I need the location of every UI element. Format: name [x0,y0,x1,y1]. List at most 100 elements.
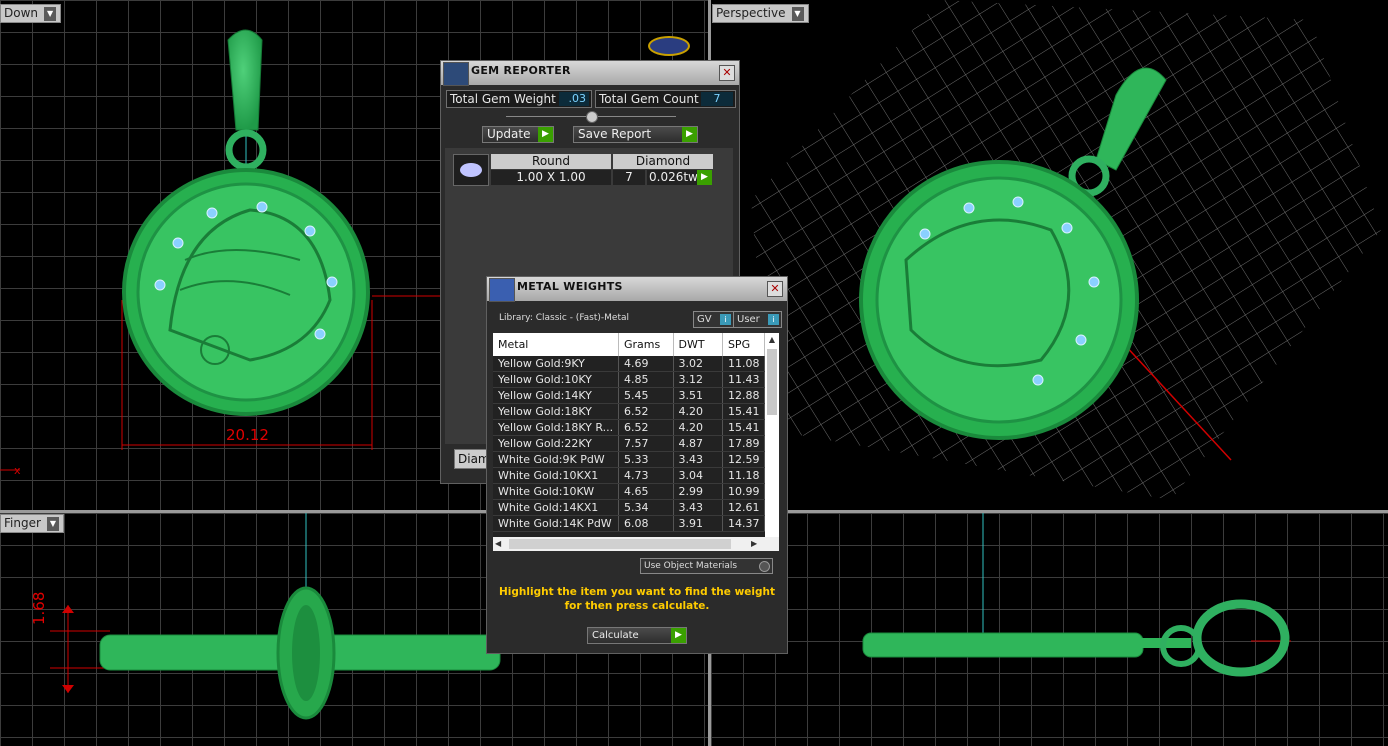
gv-toggle[interactable]: GV i [693,311,734,328]
table-cell: 6.08 [618,515,674,532]
chevron-down-icon[interactable]: ▼ [46,516,59,531]
update-button[interactable]: Update ▶ [482,126,554,143]
total-gem-weight-value: .03 [559,92,589,106]
table-cell: 12.59 [722,451,766,468]
table-cell: 4.69 [618,356,674,372]
table-row[interactable]: White Gold:9K PdW 5.33 3.43 12.59 [493,451,766,468]
table-cell: 4.85 [618,371,674,388]
column-header[interactable]: Metal [493,333,619,356]
total-gem-count-value: 7 [701,92,733,106]
gem-row-arrow-button[interactable]: ▶ [697,170,712,185]
table-row[interactable]: Yellow Gold:9KY 4.69 3.02 11.08 [493,356,766,372]
table-cell: 5.33 [618,451,674,468]
gem-reporter-icon [443,62,469,86]
gem-row[interactable]: Round Diamond 1.00 X 1.00 7 0.026tw ▶ [449,152,713,186]
panel-slider[interactable] [506,111,676,123]
table-cell: 5.45 [618,387,674,404]
table-row[interactable]: White Gold:10KW 4.65 2.99 10.99 [493,483,766,500]
calculate-button-label: Calculate [592,630,639,641]
use-object-materials-label: Use Object Materials [644,561,738,571]
gem-logo-icon[interactable] [648,36,690,56]
instruction-line-1: Highlight the item you want to find the … [499,586,775,598]
table-cell: White Gold:9K PdW [493,451,619,468]
table-row[interactable]: Yellow Gold:18KY 6.52 4.20 15.41 [493,403,766,420]
column-header[interactable]: Grams [618,333,674,356]
viewport-label-finger[interactable]: Finger ▼ [0,514,64,533]
table-cell: Yellow Gold:9KY [493,356,619,372]
gem-reporter-titlebar[interactable]: GEM REPORTER ✕ [441,61,739,86]
use-object-materials-button[interactable]: Use Object Materials [640,558,773,574]
perspective-grid [751,0,1381,500]
table-cell: 4.20 [673,419,723,436]
table-cell: 5.34 [618,499,674,516]
slider-handle[interactable] [586,111,598,123]
gem-count-cell: 7 [613,170,645,185]
table-cell: White Gold:10KX1 [493,467,619,484]
dimension-height-label: 1.68 [30,591,48,625]
total-gem-weight-field: Total Gem Weight .03 [446,90,592,108]
table-cell: 3.43 [673,499,723,516]
scroll-left-icon[interactable]: ◀ [495,537,501,551]
table-cell: 3.51 [673,387,723,404]
table-row[interactable]: White Gold:14K PdW 6.08 3.91 14.37 [493,515,766,532]
total-gem-count-field: Total Gem Count 7 [595,90,736,108]
table-row[interactable]: White Gold:14KX1 5.34 3.43 12.61 [493,499,766,516]
calculate-button[interactable]: Calculate ▶ [587,627,687,644]
scroll-up-icon[interactable]: ▲ [765,333,779,347]
table-cell: Yellow Gold:14KY [493,387,619,404]
table-cell: 15.41 [722,419,766,436]
viewport-right[interactable] [711,513,1388,746]
scroll-thumb[interactable] [767,349,777,415]
table-row[interactable]: White Gold:10KX1 4.73 3.04 11.18 [493,467,766,484]
table-cell: 15.41 [722,403,766,420]
info-icon: i [768,314,779,325]
table-cell: Yellow Gold:18KY R... [493,419,619,436]
chevron-down-icon[interactable]: ▼ [791,6,804,21]
table-cell: 10.99 [722,483,766,500]
horizontal-scrollbar[interactable]: ◀ ▶ [493,537,779,551]
table-cell: 11.08 [722,356,766,372]
vertical-scrollbar[interactable]: ▲ [765,333,779,537]
instruction-line-2: for then press calculate. [564,600,710,612]
table-cell: White Gold:14KX1 [493,499,619,516]
table-cell: Yellow Gold:22KY [493,435,619,452]
table-cell: 4.20 [673,403,723,420]
scroll-hthumb[interactable] [509,539,731,549]
table-row[interactable]: Yellow Gold:18KY R... 6.52 4.20 15.41 [493,419,766,436]
table-cell: 3.91 [673,515,723,532]
table-cell: 4.73 [618,467,674,484]
gem-weight-cell: 0.026tw [647,170,697,185]
scale-icon [489,278,515,302]
column-header[interactable]: SPG [722,333,766,356]
column-header[interactable]: DWT [673,333,723,356]
table-cell: 6.52 [618,403,674,420]
scroll-right-icon[interactable]: ▶ [751,537,757,551]
table-row[interactable]: Yellow Gold:22KY 7.57 4.87 17.89 [493,435,766,452]
info-icon: i [720,314,731,325]
total-gem-count-label: Total Gem Count [599,92,699,106]
chevron-down-icon[interactable]: ▼ [44,6,57,21]
metal-weights-titlebar[interactable]: METAL WEIGHTS ✕ [487,277,787,302]
play-arrow-icon: ▶ [538,127,553,142]
table-row[interactable]: Yellow Gold:10KY 4.85 3.12 11.43 [493,371,766,388]
viewport-label-perspective[interactable]: Perspective ▼ [712,4,809,23]
user-toggle[interactable]: User i [733,311,782,328]
table-cell: 4.87 [673,435,723,452]
gem-size-cell: 1.00 X 1.00 [491,170,611,185]
table-cell: 17.89 [722,435,766,452]
viewport-perspective[interactable]: Perspective ▼ [711,0,1388,510]
viewport-label-down[interactable]: Down ▼ [0,4,62,23]
metal-table-header: Metal Grams DWT SPG [493,333,766,356]
metal-weights-title: METAL WEIGHTS [517,280,623,293]
dimension-width-label: 20.12 [226,426,269,444]
save-report-button[interactable]: Save Report ▶ [573,126,698,143]
table-cell: 3.12 [673,371,723,388]
update-button-label: Update [487,127,531,141]
table-cell: 3.04 [673,467,723,484]
close-icon[interactable]: ✕ [719,65,735,81]
table-cell: White Gold:14K PdW [493,515,619,532]
play-arrow-icon: ▶ [682,127,697,142]
close-icon[interactable]: ✕ [767,281,783,297]
table-row[interactable]: Yellow Gold:14KY 5.45 3.51 12.88 [493,387,766,404]
library-label: Library: Classic - (Fast)-Metal [499,313,630,323]
